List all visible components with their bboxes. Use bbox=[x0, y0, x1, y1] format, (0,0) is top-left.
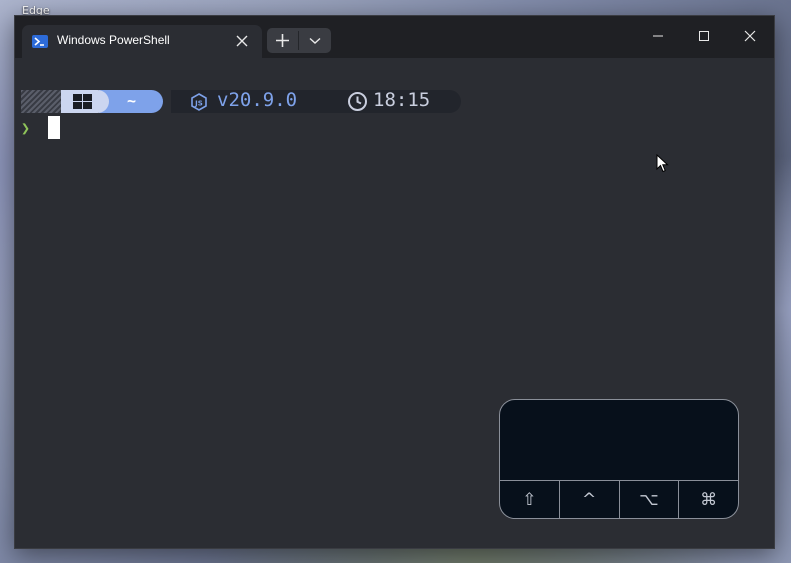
prompt-os-segment bbox=[61, 90, 109, 113]
modifier-key-row: ⇧ ^ ⌥ ⌘ bbox=[500, 480, 738, 518]
close-tab-icon[interactable] bbox=[232, 31, 252, 51]
prompt-chevron: ❯ bbox=[21, 119, 31, 137]
svg-text:JS: JS bbox=[194, 100, 203, 108]
title-bar: Windows PowerShell bbox=[15, 16, 774, 58]
tab-windows-powershell[interactable]: Windows PowerShell bbox=[22, 25, 262, 58]
node-version: v20.9.0 bbox=[217, 89, 298, 111]
prompt-path: ~ bbox=[127, 92, 137, 110]
windows-logo-icon bbox=[73, 94, 92, 109]
new-tab-group bbox=[267, 28, 331, 53]
virtual-touchpad[interactable]: ⇧ ^ ⌥ ⌘ bbox=[499, 399, 739, 519]
chevron-down-icon[interactable] bbox=[299, 28, 331, 53]
terminal-pane[interactable]: ~ JS v20.9.0 18:15 ❯ ⇧ ^ ⌥ ⌘ bbox=[15, 58, 774, 548]
powershell-icon bbox=[32, 35, 48, 48]
prompt-time: 18:15 bbox=[373, 89, 431, 111]
maximize-button[interactable] bbox=[681, 22, 727, 50]
control-key[interactable]: ^ bbox=[558, 481, 619, 518]
close-window-button[interactable] bbox=[727, 22, 773, 50]
prompt-segments: ~ JS v20.9.0 18:15 bbox=[21, 89, 463, 114]
minimize-button[interactable] bbox=[635, 22, 681, 50]
clock-icon bbox=[347, 91, 368, 116]
prompt-hatch-decoration bbox=[21, 90, 61, 113]
option-key[interactable]: ⌥ bbox=[618, 481, 679, 518]
new-tab-button[interactable] bbox=[267, 28, 298, 53]
shift-key[interactable]: ⇧ bbox=[500, 481, 559, 518]
tab-title: Windows PowerShell bbox=[57, 33, 170, 47]
command-key[interactable]: ⌘ bbox=[678, 481, 738, 518]
nodejs-icon: JS bbox=[190, 93, 208, 115]
terminal-window: Windows PowerShell ~ JS v20.9.0 18:15 ❯ … bbox=[14, 15, 775, 549]
mouse-pointer-icon bbox=[656, 153, 669, 177]
text-cursor bbox=[48, 116, 60, 139]
